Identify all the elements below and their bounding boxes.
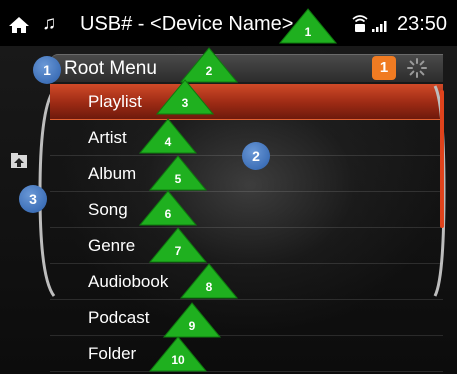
wifi-icon xyxy=(352,13,368,33)
annotation-triangle: 8 xyxy=(180,263,238,299)
status-bar: ♫ USB# - <Device Name> 23:50 xyxy=(0,0,457,46)
annotation-circle: 2 xyxy=(242,142,270,170)
signal-strength-icon xyxy=(372,19,388,32)
list-item[interactable]: Folder xyxy=(50,336,443,372)
annotation-circle: 3 xyxy=(19,185,47,213)
annotation-triangle: 3 xyxy=(156,79,214,115)
list-item-label: Podcast xyxy=(88,308,150,327)
back-icon[interactable] xyxy=(10,152,28,169)
annotation-triangle: 2 xyxy=(180,47,238,83)
list-item[interactable]: Song xyxy=(50,192,443,228)
list-item[interactable]: Genre xyxy=(50,228,443,264)
source-title: USB# - <Device Name> xyxy=(80,13,294,35)
media-screen: ♫ USB# - <Device Name> 23:50 Root Menu 1… xyxy=(0,0,457,374)
annotation-triangle-label: 6 xyxy=(164,207,172,221)
annotation-triangle-label: 3 xyxy=(181,96,189,110)
annotation-triangle-label: 10 xyxy=(171,353,185,367)
annotation-triangle: 4 xyxy=(139,118,197,154)
list-item-label: Artist xyxy=(88,128,127,147)
annotation-triangle: 1 xyxy=(279,8,337,44)
annotation-circle: 1 xyxy=(33,56,61,84)
annotation-triangle-label: 5 xyxy=(174,172,182,186)
annotation-triangle: 5 xyxy=(149,155,207,191)
list-item[interactable]: Playlist xyxy=(50,84,443,120)
menu-list: Playlist Artist Album Song Genre Audiobo… xyxy=(50,84,443,372)
annotation-triangle-label: 8 xyxy=(205,280,213,294)
list-item-label: Album xyxy=(88,164,137,183)
list-item-label: Playlist xyxy=(88,92,142,111)
notification-badge: 1 xyxy=(372,56,396,80)
annotation-triangle: 6 xyxy=(139,190,197,226)
list-item-label: Song xyxy=(88,200,128,219)
annotation-triangle-label: 2 xyxy=(205,64,213,78)
list-item[interactable]: Podcast xyxy=(50,300,443,336)
annotation-triangle: 10 xyxy=(149,336,207,372)
clock: 23:50 xyxy=(397,13,448,35)
scrollbar-thumb[interactable] xyxy=(440,90,444,228)
home-icon[interactable] xyxy=(8,16,30,34)
loading-spinner-icon xyxy=(405,56,429,80)
annotation-triangle: 9 xyxy=(163,302,221,338)
music-note-icon: ♫ xyxy=(42,13,57,34)
list-item-label: Folder xyxy=(88,344,137,363)
annotation-triangle-label: 4 xyxy=(164,135,172,149)
annotation-triangle: 7 xyxy=(149,227,207,263)
annotation-triangle-label: 1 xyxy=(304,25,312,39)
annotation-triangle-label: 7 xyxy=(174,244,182,258)
list-item-label: Audiobook xyxy=(88,272,169,291)
list-item-label: Genre xyxy=(88,236,136,255)
list-item[interactable]: Audiobook xyxy=(50,264,443,300)
annotation-triangle-label: 9 xyxy=(188,319,196,333)
page-title: Root Menu xyxy=(64,58,157,79)
